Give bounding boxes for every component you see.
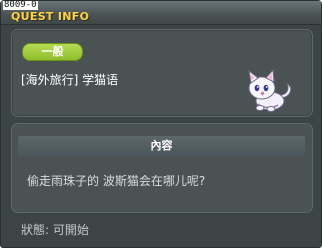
quest-status: 狀態: 可開始 [21, 223, 89, 237]
window-title: QUEST INFO [11, 10, 90, 23]
category-badge: 一般 [22, 43, 83, 61]
quest-info-window: QUEST INFO 一般 [海外旅行] 学猫语 內容 偷走雨珠子的 波斯猫会在… [0, 0, 322, 248]
content-text: 偷走雨珠子的 波斯猫会在哪儿呢? [27, 174, 206, 188]
title-bar[interactable]: QUEST INFO [1, 1, 321, 25]
id-tag: 8009-0 [3, 0, 38, 10]
quest-content-panel: 內容 偷走雨珠子的 波斯猫会在哪儿呢? [11, 123, 313, 213]
quest-name: [海外旅行] 学猫语 [21, 73, 119, 87]
white-cat-icon [248, 68, 292, 112]
content-header: 內容 [18, 136, 305, 156]
quest-summary-panel: 一般 [海外旅行] 学猫语 [11, 29, 313, 117]
